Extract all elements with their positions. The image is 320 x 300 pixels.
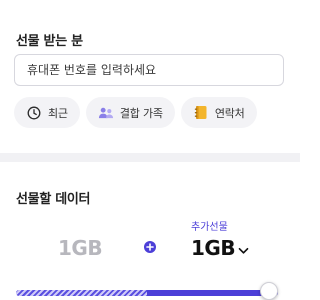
slider-track bbox=[16, 290, 278, 296]
family-chip[interactable]: 결합 가족 bbox=[85, 97, 175, 128]
contact-book-icon bbox=[193, 105, 209, 121]
plus-icon bbox=[144, 241, 156, 253]
recent-chip-label: 최근 bbox=[48, 106, 68, 120]
contacts-chip-label: 연락처 bbox=[214, 106, 245, 120]
phone-number-field[interactable] bbox=[14, 54, 284, 86]
contacts-chip[interactable]: 연락처 bbox=[180, 97, 257, 128]
chevron-down-icon bbox=[238, 240, 249, 259]
gift-data-section-title: 선물할 데이터 bbox=[16, 192, 91, 207]
data-amount-slider[interactable] bbox=[16, 282, 278, 300]
slider-base-portion bbox=[16, 290, 147, 296]
family-icon bbox=[98, 105, 114, 121]
recent-chip[interactable]: 최근 bbox=[14, 97, 80, 128]
section-divider bbox=[0, 153, 300, 162]
phone-number-input[interactable] bbox=[15, 55, 283, 85]
base-data-amount: 1GB bbox=[58, 236, 103, 260]
slider-fill bbox=[147, 290, 278, 296]
extra-data-dropdown[interactable]: 1GB bbox=[191, 236, 249, 260]
clock-icon bbox=[26, 105, 42, 121]
slider-thumb[interactable] bbox=[260, 282, 278, 300]
family-chip-label: 결합 가족 bbox=[119, 106, 163, 120]
recipient-shortcut-chips: 최근 결합 가족 연락처 bbox=[14, 97, 257, 128]
extra-data-amount: 1GB bbox=[191, 236, 236, 260]
recipient-section-title: 선물 받는 분 bbox=[16, 34, 83, 49]
extra-gift-label: 추가선물 bbox=[191, 222, 228, 233]
